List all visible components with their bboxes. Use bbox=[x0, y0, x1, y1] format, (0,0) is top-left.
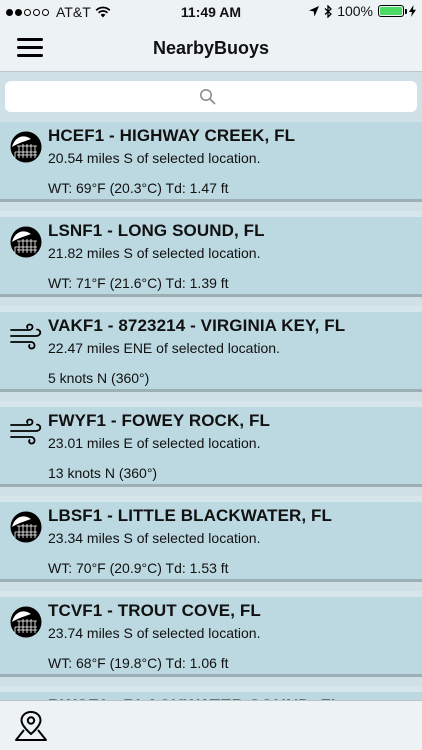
station-distance: 21.82 miles S of selected location. bbox=[48, 245, 261, 261]
station-row[interactable]: TCVF1 - TROUT COVE, FL 23.74 miles S of s… bbox=[0, 591, 422, 677]
station-list: HCEF1 - HIGHWAY CREEK, FL 20.54 miles S o… bbox=[0, 122, 422, 700]
water-temp-gauge-icon bbox=[9, 130, 43, 164]
wind-icon bbox=[9, 320, 43, 354]
water-temp-gauge-icon bbox=[9, 605, 43, 639]
station-row[interactable]: LSNF1 - LONG SOUND, FL 21.82 miles S of s… bbox=[0, 211, 422, 297]
station-title: LBSF1 - LITTLE BLACKWATER, FL bbox=[48, 506, 332, 525]
nav-bar: NearbyBuoys bbox=[0, 24, 422, 72]
search-icon bbox=[200, 89, 216, 105]
bottom-toolbar bbox=[0, 700, 422, 750]
map-pin-icon[interactable] bbox=[13, 709, 49, 743]
status-bar: AT&T 11:49 AM 100% bbox=[0, 0, 422, 24]
station-reading: 13 knots N (360°) bbox=[48, 465, 158, 481]
station-title: TCVF1 - TROUT COVE, FL bbox=[48, 601, 261, 620]
water-temp-gauge-icon bbox=[9, 225, 43, 259]
station-row[interactable]: FWYF1 - FOWEY ROCK, FL 23.01 miles E of s… bbox=[0, 401, 422, 487]
station-row[interactable]: BWSF1 - BLACKWATER SOUND, FL bbox=[0, 686, 422, 700]
search-bar bbox=[0, 72, 422, 122]
station-title: FWYF1 - FOWEY ROCK, FL bbox=[48, 411, 270, 430]
station-reading: 5 knots N (360°) bbox=[48, 370, 150, 386]
status-right: 100% bbox=[309, 3, 416, 19]
station-distance: 20.54 miles S of selected location. bbox=[48, 150, 261, 166]
station-row[interactable]: HCEF1 - HIGHWAY CREEK, FL 20.54 miles S o… bbox=[0, 122, 422, 202]
station-distance: 22.47 miles ENE of selected location. bbox=[48, 340, 280, 356]
station-title: LSNF1 - LONG SOUND, FL bbox=[48, 221, 265, 240]
station-reading: WT: 69°F (20.3°C) Td: 1.47 ft bbox=[48, 180, 229, 196]
station-distance: 23.01 miles E of selected location. bbox=[48, 435, 261, 451]
station-distance: 23.34 miles S of selected location. bbox=[48, 530, 261, 546]
station-row[interactable]: VAKF1 - 8723214 - VIRGINIA KEY, FL 22.47 … bbox=[0, 306, 422, 392]
station-row[interactable]: LBSF1 - LITTLE BLACKWATER, FL 23.34 miles… bbox=[0, 496, 422, 582]
location-services-icon bbox=[309, 5, 320, 16]
water-temp-gauge-icon bbox=[9, 510, 43, 544]
station-title: VAKF1 - 8723214 - VIRGINIA KEY, FL bbox=[48, 316, 346, 335]
battery-percent: 100% bbox=[337, 3, 373, 19]
charging-bolt-icon bbox=[409, 5, 416, 17]
battery-icon bbox=[378, 5, 407, 17]
page-title: NearbyBuoys bbox=[152, 38, 270, 58]
station-reading: WT: 70°F (20.9°C) Td: 1.53 ft bbox=[48, 560, 229, 576]
station-distance: 23.74 miles S of selected location. bbox=[48, 625, 261, 641]
station-title: HCEF1 - HIGHWAY CREEK, FL bbox=[48, 126, 296, 145]
station-reading: WT: 71°F (21.6°C) Td: 1.39 ft bbox=[48, 275, 229, 291]
wind-icon bbox=[9, 415, 43, 449]
station-reading: WT: 68°F (19.8°C) Td: 1.06 ft bbox=[48, 655, 229, 671]
bluetooth-icon bbox=[324, 4, 333, 18]
